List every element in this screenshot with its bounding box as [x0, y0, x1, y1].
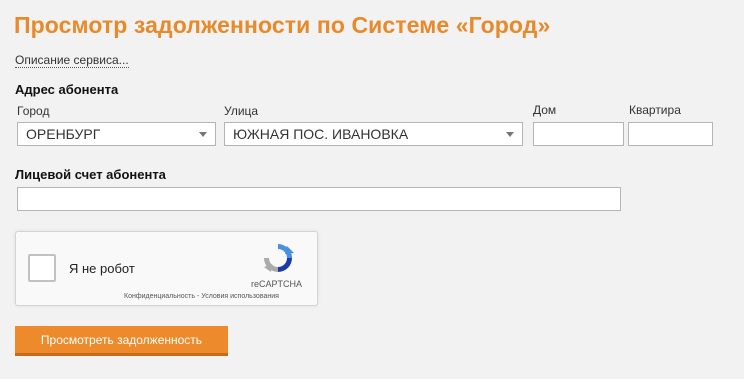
account-heading: Лицевой счет абонента	[15, 167, 166, 182]
street-label: Улица	[224, 104, 259, 118]
street-select-value: ЮЖНАЯ ПОС. ИВАНОВКА	[233, 126, 409, 142]
service-description-link[interactable]: Описание сервиса...	[15, 53, 129, 68]
house-label: Дом	[533, 103, 557, 117]
page-title: Просмотр задолженности по Системе «Город…	[14, 12, 551, 38]
city-select[interactable]: ОРЕНБУРГ	[17, 122, 216, 146]
recaptcha-brand: reCAPTCHA	[251, 279, 303, 289]
chevron-down-icon	[506, 132, 514, 137]
recaptcha-widget: Я не робот reCAPTCHA Конфиденциальность …	[15, 231, 318, 306]
recaptcha-footer[interactable]: Конфиденциальность - Условия использован…	[124, 293, 279, 300]
apartment-label: Квартира	[629, 103, 681, 117]
recaptcha-label: Я не робот	[69, 261, 135, 276]
recaptcha-checkbox[interactable]	[28, 254, 56, 282]
chevron-down-icon	[199, 132, 207, 137]
recaptcha-logo-icon	[264, 244, 294, 272]
apartment-input[interactable]	[628, 122, 713, 146]
city-label: Город	[17, 104, 50, 118]
street-select[interactable]: ЮЖНАЯ ПОС. ИВАНОВКА	[224, 122, 523, 146]
address-heading: Адрес абонента	[15, 82, 119, 97]
view-debt-button[interactable]: Просмотреть задолженность	[15, 326, 228, 356]
city-select-value: ОРЕНБУРГ	[26, 126, 101, 142]
house-input[interactable]	[533, 122, 624, 146]
account-input[interactable]	[17, 187, 621, 211]
